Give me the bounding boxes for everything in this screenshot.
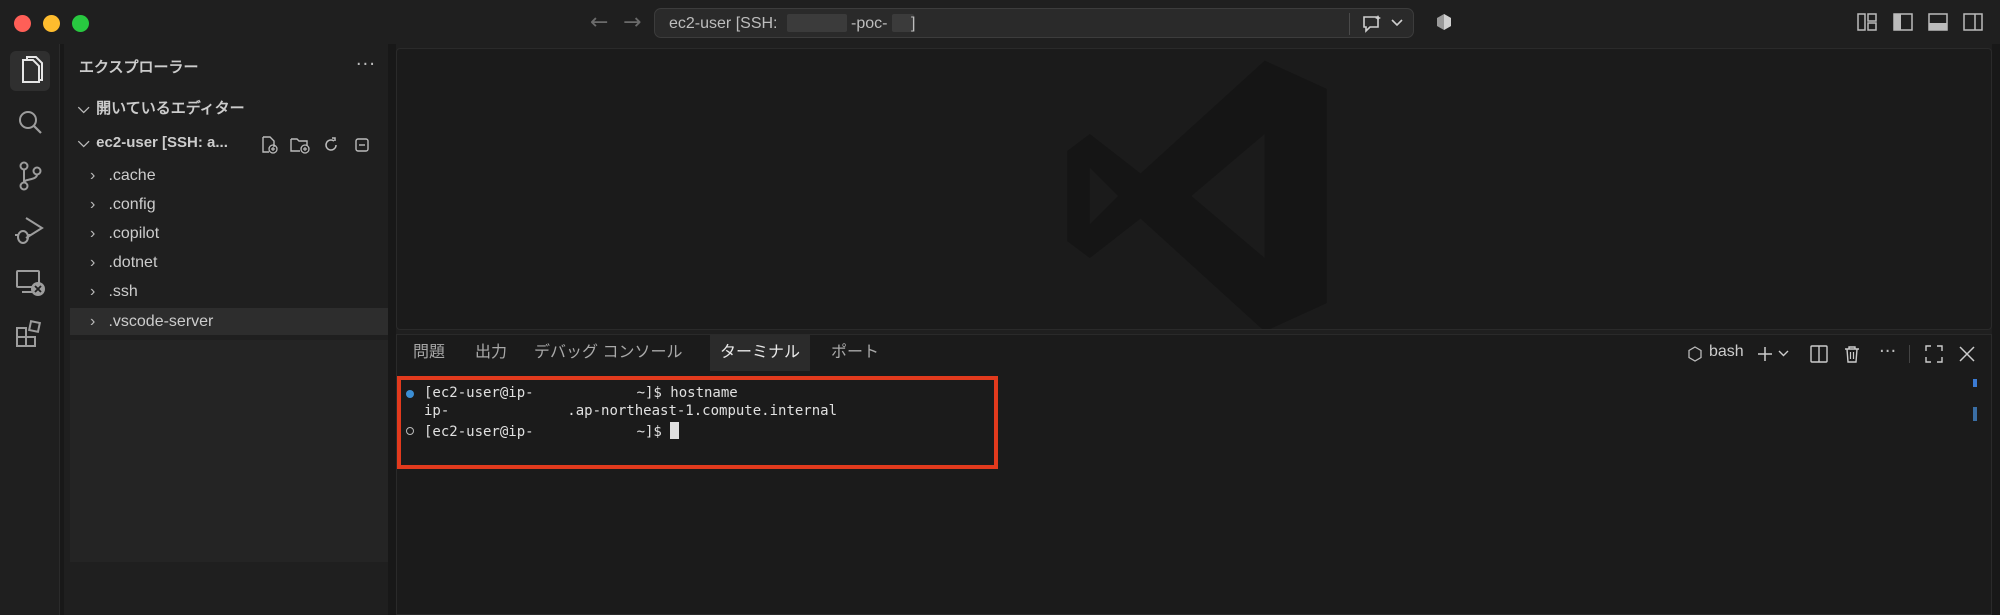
terminal-cursor xyxy=(670,422,680,439)
tree-item-cache[interactable]: › .cache xyxy=(70,162,388,189)
tree-item-label: .ssh xyxy=(108,283,138,300)
tab-output[interactable]: 出力 xyxy=(465,335,517,371)
explorer-empty-area xyxy=(70,340,388,562)
tab-problems[interactable]: 問題 xyxy=(403,335,455,371)
split-terminal-icon[interactable] xyxy=(1810,345,1828,363)
new-folder-icon[interactable] xyxy=(290,136,310,154)
run-debug-icon xyxy=(15,217,44,244)
terminal-profile-icon xyxy=(1688,346,1702,362)
workspace-label: ec2-user [SSH: a... xyxy=(96,134,228,151)
activity-bar xyxy=(0,44,60,615)
separator xyxy=(1909,345,1910,363)
refresh-icon[interactable] xyxy=(322,136,340,154)
accounts-icon[interactable] xyxy=(1434,12,1454,32)
tree-item-config[interactable]: › .config xyxy=(70,191,388,218)
toggle-panel-icon[interactable] xyxy=(1928,13,1948,31)
command-center-mid: -poc- xyxy=(851,15,888,32)
tree-item-dotnet[interactable]: › .dotnet xyxy=(70,249,388,276)
chevron-down-icon[interactable] xyxy=(1391,19,1403,27)
vscode-watermark-icon xyxy=(1067,60,1327,329)
remote-explorer-activity[interactable] xyxy=(10,262,50,302)
close-panel-icon[interactable] xyxy=(1958,345,1976,363)
chevron-right-icon: › xyxy=(90,313,96,330)
tree-item-ssh[interactable]: › .ssh xyxy=(70,278,388,305)
command-empty-dot xyxy=(406,427,414,435)
tree-item-label: .dotnet xyxy=(108,254,158,271)
toggle-primary-sidebar-icon[interactable] xyxy=(1893,13,1913,31)
separator xyxy=(1349,13,1350,35)
open-editors-section[interactable]: ⌵ 開いているエディター xyxy=(78,97,245,118)
toggle-secondary-sidebar-icon[interactable] xyxy=(1963,13,1983,31)
zoom-window-button[interactable] xyxy=(72,15,89,32)
tree-item-label: .vscode-server xyxy=(108,313,214,330)
command-success-dot xyxy=(406,390,414,398)
bottom-panel: 問題 出力 デバッグ コンソール ターミナル ポート bash ··· [ec2… xyxy=(396,334,1992,615)
chevron-right-icon: › xyxy=(90,167,96,184)
search-icon xyxy=(19,111,42,134)
chevron-down-icon[interactable] xyxy=(1778,350,1789,358)
main-area: 問題 出力 デバッグ コンソール ターミナル ポート bash ··· [ec2… xyxy=(396,44,1992,615)
back-arrow-icon[interactable]: ← xyxy=(590,10,608,35)
new-terminal-icon[interactable] xyxy=(1757,346,1773,362)
terminal-line-3: [ec2-user@ip- ~]$ xyxy=(424,422,680,440)
panel-more-actions[interactable]: ··· xyxy=(1879,341,1896,362)
workspace-section[interactable]: ⌵ ec2-user [SSH: a... xyxy=(78,134,228,151)
tree-item-label: .copilot xyxy=(108,225,160,242)
terminal-line-1: [ec2-user@ip- ~]$ hostname xyxy=(424,385,738,401)
remote-explorer-icon xyxy=(16,270,45,296)
chevron-right-icon: › xyxy=(90,196,96,213)
terminal-line-2: ip- .ap-northeast-1.compute.internal xyxy=(424,403,838,419)
customize-layout-icon[interactable] xyxy=(1857,13,1877,31)
scrollbar-marker xyxy=(1973,379,1977,387)
chevron-right-icon: › xyxy=(90,254,96,271)
explorer-sidebar: エクスプローラー ··· ⌵ 開いているエディター ⌵ ec2-user [SS… xyxy=(64,44,388,615)
tree-item-label: .config xyxy=(108,196,156,213)
maximize-panel-icon[interactable] xyxy=(1925,345,1943,363)
run-and-debug-activity[interactable] xyxy=(10,209,50,249)
extensions-activity[interactable] xyxy=(10,315,50,355)
forward-arrow-icon[interactable]: → xyxy=(623,10,641,35)
files-icon xyxy=(22,56,43,83)
explorer-more-actions[interactable]: ··· xyxy=(356,54,376,75)
tree-item-label: .cache xyxy=(108,167,156,184)
tab-terminal[interactable]: ターミナル xyxy=(710,335,811,371)
command-center-suffix: ] xyxy=(911,15,916,32)
minimize-window-button[interactable] xyxy=(43,15,60,32)
redacted-mask xyxy=(787,14,847,32)
chevron-right-icon: › xyxy=(90,283,96,300)
new-file-icon[interactable] xyxy=(260,136,278,154)
chevron-down-icon: ⌵ xyxy=(78,134,90,151)
copilot-chat-icon[interactable] xyxy=(1361,14,1383,34)
title-bar: ← → ec2-user [SSH: -poc- ] xyxy=(0,0,2000,44)
command-center[interactable]: ec2-user [SSH: -poc- ] xyxy=(654,8,1414,38)
extensions-icon xyxy=(16,319,42,347)
explorer-title: エクスプローラー xyxy=(79,59,199,76)
chevron-right-icon: › xyxy=(90,225,96,242)
open-editors-label: 開いているエディター xyxy=(96,100,245,117)
tree-item-vscode-server[interactable]: › .vscode-server xyxy=(70,308,388,335)
scrollbar-thumb[interactable] xyxy=(1973,407,1977,421)
explorer-activity[interactable] xyxy=(10,51,50,91)
trash-icon[interactable] xyxy=(1843,345,1861,363)
tree-item-copilot[interactable]: › .copilot xyxy=(70,220,388,247)
source-control-activity[interactable] xyxy=(10,156,50,196)
tab-ports[interactable]: ポート xyxy=(821,335,889,371)
collapse-all-icon[interactable] xyxy=(353,136,371,154)
command-center-prefix: ec2-user [SSH: xyxy=(669,15,778,32)
search-activity[interactable] xyxy=(10,103,50,143)
source-control-icon xyxy=(19,161,42,191)
tab-debug-console[interactable]: デバッグ コンソール xyxy=(524,335,692,371)
editor-area[interactable] xyxy=(396,48,1992,330)
terminal-shell-name[interactable]: bash xyxy=(1709,343,1744,361)
chevron-down-icon: ⌵ xyxy=(78,100,90,117)
close-window-button[interactable] xyxy=(14,15,31,32)
